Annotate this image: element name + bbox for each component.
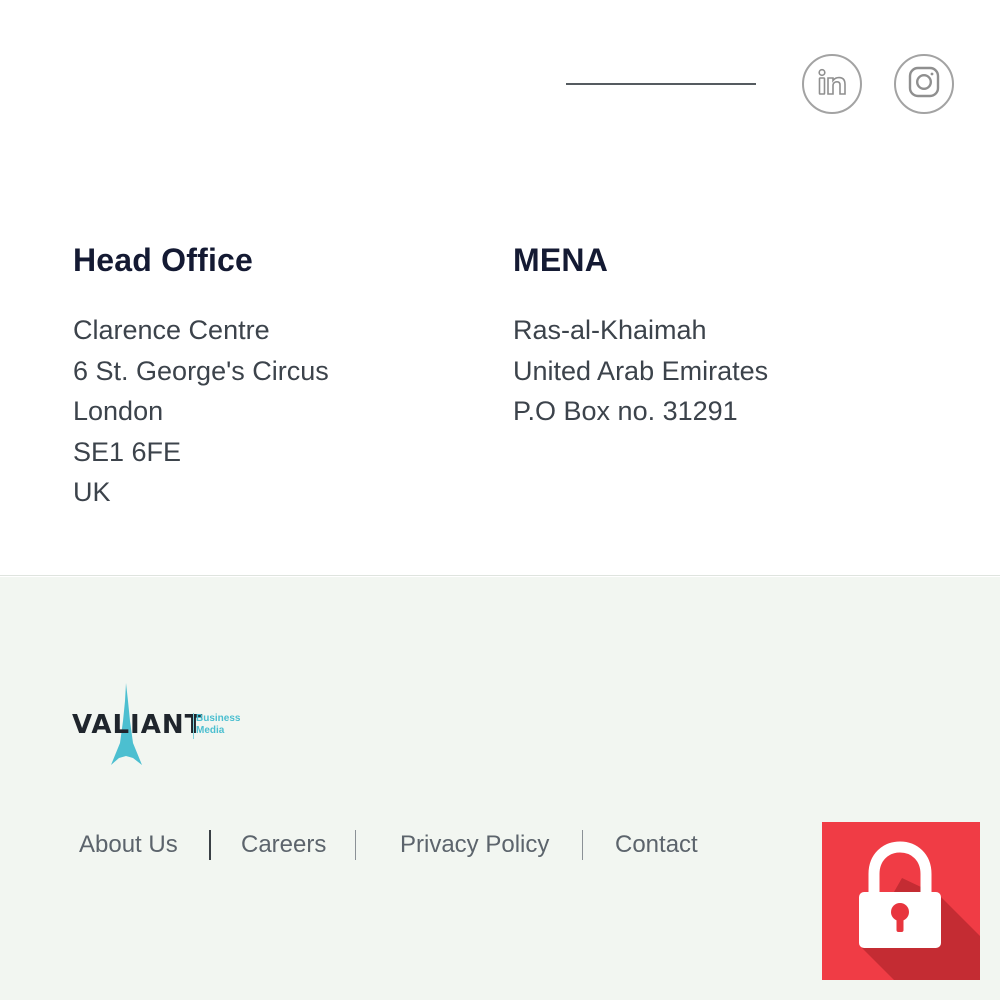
mena-office-address: MENA Ras-al-Khaimah United Arab Emirates… — [513, 240, 768, 432]
address-line: Ras-al-Khaimah — [513, 315, 707, 345]
footer-link-privacy-policy[interactable]: Privacy Policy — [400, 830, 549, 860]
footer-link-about-us[interactable]: About Us — [79, 830, 178, 860]
address-line: Clarence Centre — [73, 315, 270, 345]
footer-link-contact[interactable]: Contact — [615, 830, 698, 860]
logo-tagline-line2: Media — [196, 725, 225, 736]
logo-wordmark: VALIANT — [72, 710, 204, 740]
linkedin-button[interactable] — [802, 54, 862, 114]
linkedin-icon — [815, 65, 849, 104]
address-line: P.O Box no. 31291 — [513, 396, 738, 426]
address-line: SE1 6FE — [73, 436, 182, 467]
address-line: United Arab Emirates — [513, 355, 769, 386]
address-line: London — [73, 396, 164, 426]
logo-tagline-line1: Business — [196, 713, 241, 724]
instagram-icon — [907, 65, 941, 104]
head-office-address: Head Office Clarence Centre 6 St. George… — [73, 240, 329, 513]
decorative-divider — [566, 83, 756, 85]
nav-separator — [209, 830, 211, 860]
instagram-button[interactable] — [894, 54, 954, 114]
address-line: 6 St. George's Circus — [73, 355, 329, 386]
padlock-icon — [859, 841, 980, 980]
mena-office-title: MENA — [513, 242, 609, 278]
head-office-title: Head Office — [73, 242, 254, 278]
logo-tagline: Business Media — [196, 713, 240, 737]
contact-section: Head Office Clarence Centre 6 St. George… — [0, 0, 1000, 576]
privacy-lock-badge[interactable] — [822, 822, 980, 980]
valiant-logo[interactable]: VALIANT Business Media — [72, 683, 247, 769]
nav-separator — [355, 830, 356, 860]
nav-separator — [582, 830, 583, 860]
footer-link-careers[interactable]: Careers — [241, 830, 326, 860]
logo-separator — [193, 713, 194, 739]
address-line: UK — [73, 477, 111, 507]
